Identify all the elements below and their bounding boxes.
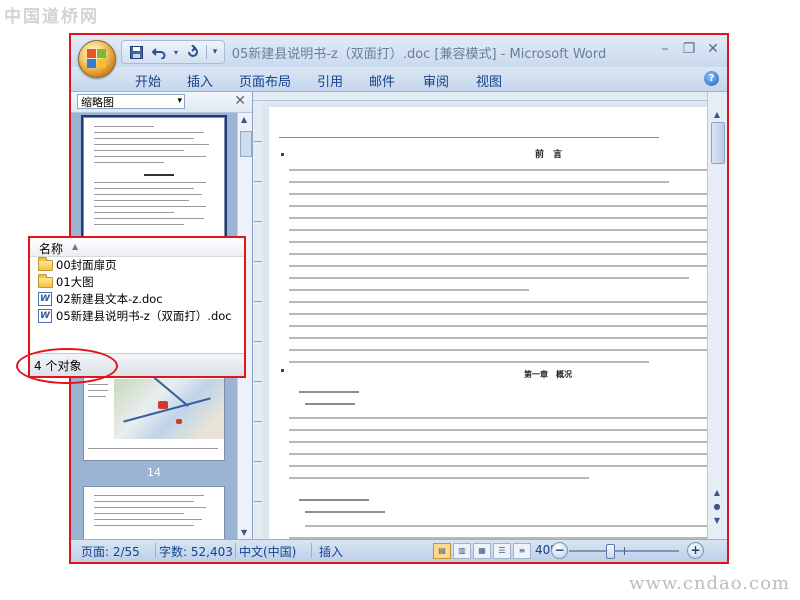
title-bar: ▾ ▾ 05新建县说明书-z（双面打）.doc [兼容模式] - Microso… bbox=[71, 35, 727, 67]
zoom-out-icon[interactable]: − bbox=[551, 542, 568, 559]
folder-icon bbox=[38, 273, 53, 288]
status-bar: 页面: 2/55 字数: 52,403 中文(中国) 插入 ▤ ▥ ▦ ☰ ≡ … bbox=[71, 539, 727, 562]
document-area[interactable]: 前 言 第一章 概况 bbox=[263, 101, 709, 547]
highlight-ellipse bbox=[16, 348, 118, 384]
page-count[interactable]: 页面: 2/55 bbox=[81, 543, 140, 560]
undo-icon[interactable] bbox=[149, 43, 169, 61]
explorer-item-label: 01大图 bbox=[56, 275, 94, 289]
vertical-scrollbar[interactable]: ▲ ▲ ● ▼ bbox=[707, 92, 727, 540]
redo-icon[interactable] bbox=[183, 43, 203, 61]
tab-references[interactable]: 引用 bbox=[317, 71, 343, 90]
tab-home[interactable]: 开始 bbox=[135, 71, 161, 90]
word-document-icon: W bbox=[38, 309, 52, 323]
page-thumbnail[interactable] bbox=[81, 115, 227, 241]
quick-access-toolbar: ▾ ▾ bbox=[121, 40, 225, 64]
explorer-item-label: 05新建县说明书-z（双面打）.doc bbox=[56, 309, 232, 323]
explorer-item-folder[interactable]: 01大图 bbox=[38, 273, 94, 290]
explorer-item-label: 02新建县文本-z.doc bbox=[56, 292, 163, 306]
zoom-slider-knob[interactable] bbox=[606, 544, 615, 559]
close-pane-icon[interactable]: ✕ bbox=[234, 93, 246, 109]
draft-view-icon[interactable]: ≡ bbox=[513, 543, 531, 559]
nav-mode-label: 缩略图 bbox=[81, 96, 114, 109]
full-screen-reading-icon[interactable]: ▥ bbox=[453, 543, 471, 559]
print-layout-view-icon[interactable]: ▤ bbox=[433, 543, 451, 559]
folder-icon bbox=[38, 256, 53, 271]
office-button[interactable] bbox=[78, 40, 116, 78]
scrollbar-thumb[interactable] bbox=[711, 122, 725, 164]
explorer-item-document[interactable]: W 05新建县说明书-z（双面打）.doc bbox=[38, 308, 232, 324]
word-count[interactable]: 字数: 52,403 bbox=[159, 543, 233, 560]
close-icon[interactable]: ✕ bbox=[705, 41, 721, 57]
next-page-icon[interactable]: ▼ bbox=[710, 514, 724, 527]
watermark-bottom-right: www.cndao.com bbox=[629, 573, 790, 594]
chapter-heading: 第一章 概况 bbox=[524, 370, 572, 379]
thumbnail-pane-header: 缩略图 ▾ ✕ bbox=[71, 92, 252, 113]
save-icon[interactable] bbox=[126, 43, 146, 61]
scroll-down-icon[interactable]: ▼ bbox=[241, 528, 247, 537]
browse-object-icon[interactable]: ● bbox=[710, 500, 724, 513]
restore-icon[interactable]: ❐ bbox=[681, 41, 697, 57]
window-title: 05新建县说明书-z（双面打）.doc [兼容模式] - Microsoft W… bbox=[231, 47, 607, 62]
scroll-up-icon[interactable]: ▲ bbox=[241, 115, 247, 124]
help-icon[interactable]: ? bbox=[704, 71, 719, 86]
explorer-item-document[interactable]: W 02新建县文本-z.doc bbox=[38, 291, 163, 307]
scrollbar-thumb[interactable] bbox=[240, 131, 252, 157]
tab-page-layout[interactable]: 页面布局 bbox=[239, 71, 291, 90]
view-buttons: ▤ ▥ ▦ ☰ ≡ bbox=[433, 543, 531, 559]
insert-mode-indicator[interactable]: 插入 bbox=[319, 543, 343, 560]
qat-separator bbox=[206, 45, 207, 59]
minimize-icon[interactable]: – bbox=[657, 41, 673, 57]
zoom-center-mark bbox=[624, 547, 625, 555]
web-layout-icon[interactable]: ▦ bbox=[473, 543, 491, 559]
explorer-item-label: 00封面扉页 bbox=[56, 258, 117, 272]
nav-mode-select[interactable]: 缩略图 ▾ bbox=[77, 94, 185, 109]
watermark-top-left: 中国道桥网 bbox=[4, 7, 99, 27]
document-page[interactable]: 前 言 第一章 概况 bbox=[269, 107, 709, 547]
customize-qat-icon[interactable]: ▾ bbox=[210, 43, 220, 61]
tab-mailings[interactable]: 邮件 bbox=[369, 71, 395, 90]
scroll-up-icon[interactable]: ▲ bbox=[710, 108, 724, 121]
name-column-label: 名称 bbox=[39, 242, 64, 256]
explorer-item-folder[interactable]: 00封面扉页 bbox=[38, 256, 117, 273]
zoom-in-icon[interactable]: + bbox=[687, 542, 704, 559]
page-thumbnail[interactable] bbox=[83, 486, 225, 539]
file-explorer-popup: 名称 ▲ 00封面扉页 01大图 W 02新建县文本-z.doc W 05新建县… bbox=[16, 236, 246, 384]
chevron-down-icon: ▾ bbox=[177, 96, 182, 106]
map-image bbox=[114, 373, 224, 439]
tab-review[interactable]: 审阅 bbox=[423, 71, 449, 90]
ribbon-tab-bar: 开始 插入 页面布局 引用 邮件 审阅 视图 ? bbox=[71, 67, 727, 92]
explorer-column-header[interactable]: 名称 ▲ bbox=[30, 238, 244, 257]
horizontal-ruler bbox=[253, 92, 707, 101]
preface-heading: 前 言 bbox=[535, 150, 563, 160]
previous-page-icon[interactable]: ▲ bbox=[710, 486, 724, 499]
outline-view-icon[interactable]: ☰ bbox=[493, 543, 511, 559]
window-controls: – ❐ ✕ bbox=[657, 41, 721, 57]
tab-insert[interactable]: 插入 bbox=[187, 71, 213, 90]
word-document-icon: W bbox=[38, 292, 52, 306]
language-indicator[interactable]: 中文(中国) bbox=[239, 543, 296, 560]
undo-dropdown-icon[interactable]: ▾ bbox=[172, 43, 180, 61]
page-number-label: 14 bbox=[147, 466, 161, 479]
sort-ascending-icon: ▲ bbox=[72, 242, 79, 251]
tab-view[interactable]: 视图 bbox=[476, 71, 502, 90]
office-logo-icon bbox=[87, 49, 107, 69]
